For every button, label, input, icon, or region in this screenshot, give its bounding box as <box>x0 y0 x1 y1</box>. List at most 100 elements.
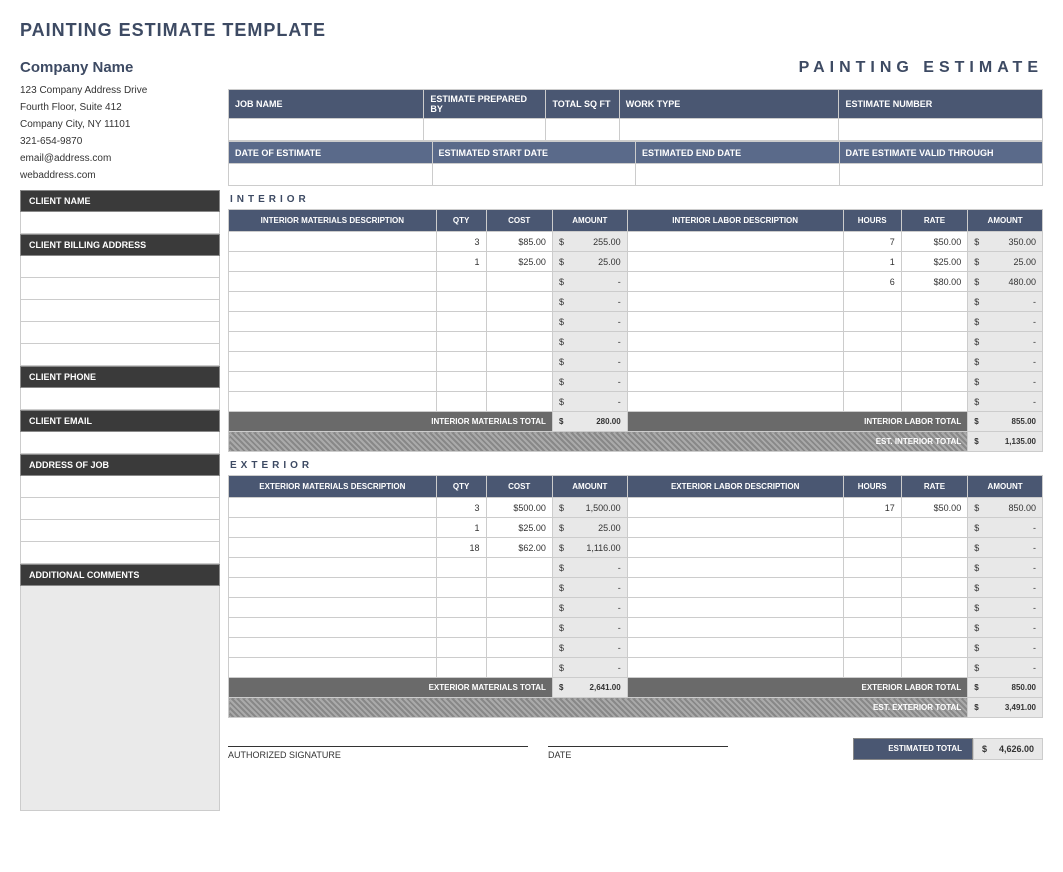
ext-hours[interactable] <box>843 578 901 598</box>
ext-rate[interactable] <box>901 558 967 578</box>
int-lab-desc[interactable] <box>627 312 843 332</box>
ext-mat-desc[interactable] <box>229 578 437 598</box>
int-mat-desc[interactable] <box>229 332 437 352</box>
ext-lab-desc[interactable] <box>627 538 843 558</box>
ext-rate[interactable] <box>901 618 967 638</box>
int-cost[interactable] <box>486 372 552 392</box>
work-type-input[interactable] <box>619 119 839 141</box>
ext-lab-desc[interactable] <box>627 638 843 658</box>
comments-input[interactable] <box>20 586 220 811</box>
ext-lab-desc[interactable] <box>627 518 843 538</box>
est-num-input[interactable] <box>839 119 1043 141</box>
int-qty[interactable]: 1 <box>436 252 486 272</box>
ext-hours[interactable] <box>843 618 901 638</box>
ext-mat-desc[interactable] <box>229 618 437 638</box>
ext-mat-desc[interactable] <box>229 598 437 618</box>
ext-cost[interactable]: $25.00 <box>486 518 552 538</box>
int-hours[interactable] <box>843 372 901 392</box>
int-mat-desc[interactable] <box>229 352 437 372</box>
prepared-by-input[interactable] <box>424 119 546 141</box>
int-lab-desc[interactable] <box>627 252 843 272</box>
ext-cost[interactable] <box>486 658 552 678</box>
ext-cost[interactable] <box>486 638 552 658</box>
int-qty[interactable] <box>436 392 486 412</box>
int-mat-desc[interactable] <box>229 232 437 252</box>
int-qty[interactable] <box>436 332 486 352</box>
int-hours[interactable]: 1 <box>843 252 901 272</box>
ext-mat-desc[interactable] <box>229 658 437 678</box>
int-mat-desc[interactable] <box>229 272 437 292</box>
int-rate[interactable] <box>901 332 967 352</box>
billing-input-5[interactable] <box>20 344 220 366</box>
ext-hours[interactable] <box>843 658 901 678</box>
ext-cost[interactable]: $62.00 <box>486 538 552 558</box>
int-rate[interactable] <box>901 372 967 392</box>
int-cost[interactable] <box>486 292 552 312</box>
int-mat-desc[interactable] <box>229 372 437 392</box>
job-address-input-1[interactable] <box>20 476 220 498</box>
int-hours[interactable] <box>843 392 901 412</box>
ext-lab-desc[interactable] <box>627 658 843 678</box>
int-hours[interactable]: 7 <box>843 232 901 252</box>
int-cost[interactable] <box>486 352 552 372</box>
ext-qty[interactable]: 3 <box>436 498 486 518</box>
int-lab-desc[interactable] <box>627 372 843 392</box>
ext-mat-desc[interactable] <box>229 498 437 518</box>
int-rate[interactable]: $50.00 <box>901 232 967 252</box>
client-name-input[interactable] <box>20 212 220 234</box>
ext-mat-desc[interactable] <box>229 558 437 578</box>
int-lab-desc[interactable] <box>627 292 843 312</box>
int-rate[interactable] <box>901 392 967 412</box>
int-lab-desc[interactable] <box>627 272 843 292</box>
ext-rate[interactable] <box>901 578 967 598</box>
int-lab-desc[interactable] <box>627 232 843 252</box>
ext-lab-desc[interactable] <box>627 558 843 578</box>
ext-rate[interactable] <box>901 598 967 618</box>
job-name-input[interactable] <box>229 119 424 141</box>
ext-hours[interactable] <box>843 538 901 558</box>
ext-qty[interactable] <box>436 618 486 638</box>
int-qty[interactable] <box>436 272 486 292</box>
int-mat-desc[interactable] <box>229 252 437 272</box>
ext-lab-desc[interactable] <box>627 618 843 638</box>
ext-lab-desc[interactable] <box>627 498 843 518</box>
client-email-input[interactable] <box>20 432 220 454</box>
job-address-input-3[interactable] <box>20 520 220 542</box>
ext-hours[interactable] <box>843 558 901 578</box>
billing-input-1[interactable] <box>20 256 220 278</box>
end-date-input[interactable] <box>636 164 840 186</box>
sqft-input[interactable] <box>546 119 619 141</box>
int-rate[interactable]: $80.00 <box>901 272 967 292</box>
int-cost[interactable] <box>486 312 552 332</box>
ext-cost[interactable] <box>486 558 552 578</box>
int-rate[interactable] <box>901 312 967 332</box>
ext-rate[interactable] <box>901 658 967 678</box>
int-qty[interactable] <box>436 372 486 392</box>
ext-qty[interactable]: 1 <box>436 518 486 538</box>
ext-cost[interactable] <box>486 618 552 638</box>
int-cost[interactable]: $85.00 <box>486 232 552 252</box>
job-address-input-2[interactable] <box>20 498 220 520</box>
int-lab-desc[interactable] <box>627 352 843 372</box>
billing-input-3[interactable] <box>20 300 220 322</box>
ext-lab-desc[interactable] <box>627 578 843 598</box>
job-address-input-4[interactable] <box>20 542 220 564</box>
ext-rate[interactable] <box>901 518 967 538</box>
ext-rate[interactable] <box>901 538 967 558</box>
start-date-input[interactable] <box>432 164 636 186</box>
billing-input-4[interactable] <box>20 322 220 344</box>
ext-cost[interactable]: $500.00 <box>486 498 552 518</box>
ext-mat-desc[interactable] <box>229 538 437 558</box>
ext-rate[interactable] <box>901 638 967 658</box>
ext-qty[interactable]: 18 <box>436 538 486 558</box>
int-qty[interactable] <box>436 352 486 372</box>
billing-input-2[interactable] <box>20 278 220 300</box>
ext-qty[interactable] <box>436 578 486 598</box>
ext-qty[interactable] <box>436 598 486 618</box>
int-qty[interactable] <box>436 312 486 332</box>
ext-rate[interactable]: $50.00 <box>901 498 967 518</box>
int-hours[interactable]: 6 <box>843 272 901 292</box>
int-cost[interactable] <box>486 332 552 352</box>
valid-through-input[interactable] <box>839 164 1043 186</box>
int-cost[interactable] <box>486 272 552 292</box>
